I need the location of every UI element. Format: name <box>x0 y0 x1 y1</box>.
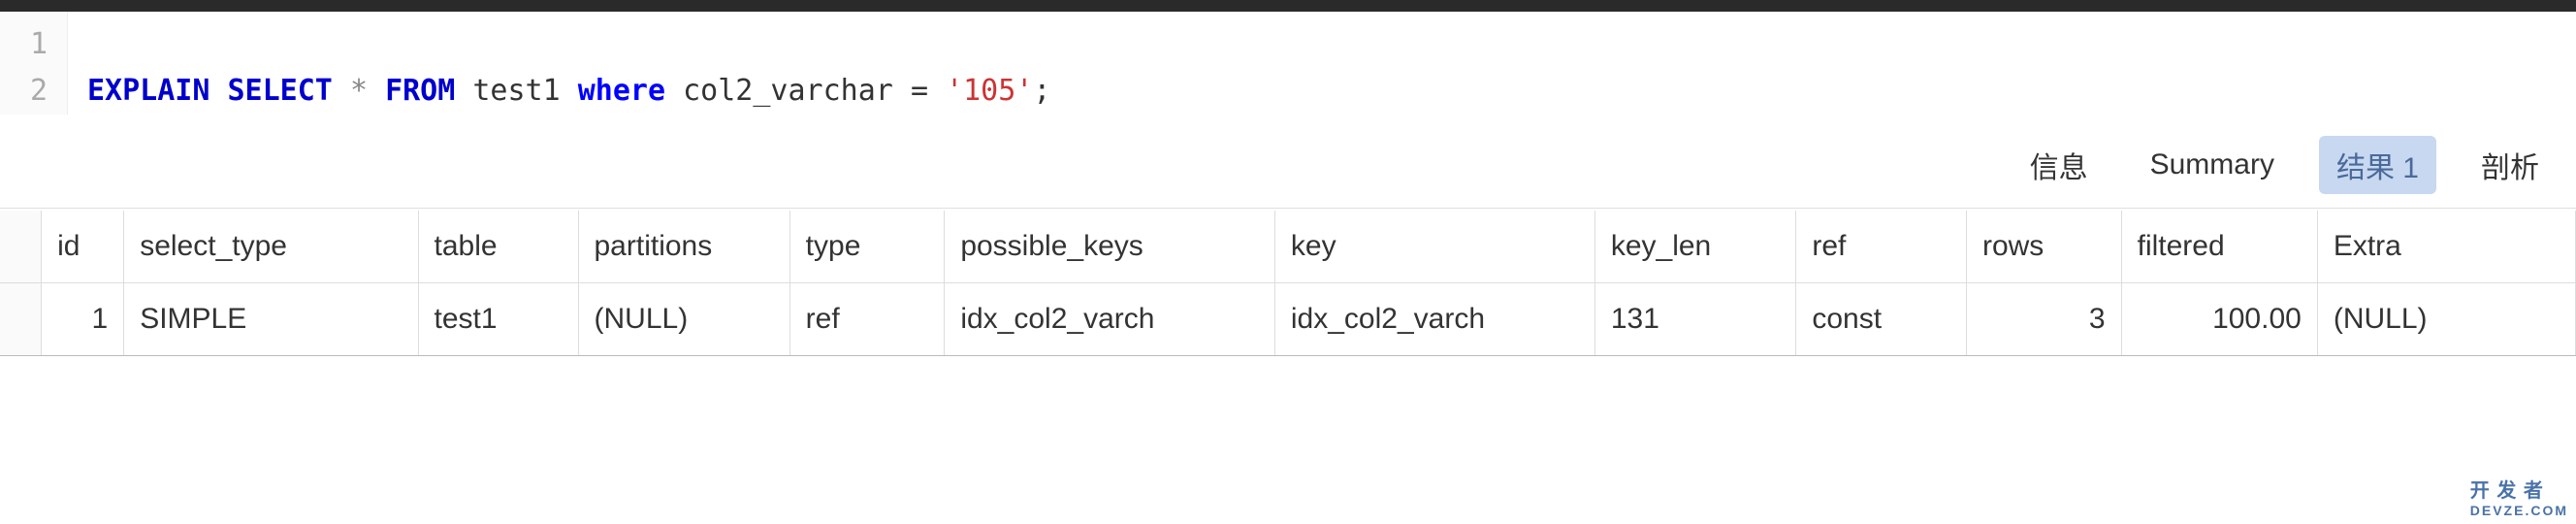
code-token: SELECT <box>228 74 333 108</box>
col-header-id[interactable]: id <box>42 211 124 283</box>
code-token <box>333 74 350 108</box>
col-header-type[interactable]: type <box>789 211 945 283</box>
cell-type[interactable]: ref <box>789 283 945 356</box>
table-row[interactable]: 1 SIMPLE test1 (NULL) ref idx_col2_varch… <box>0 283 2576 356</box>
code-token: test1 <box>472 74 560 108</box>
cell-rows[interactable]: 3 <box>1966 283 2121 356</box>
sql-editor[interactable]: 1 2 EXPLAIN SELECT * FROM test1 where co… <box>0 12 2576 115</box>
col-header-table[interactable]: table <box>418 211 578 283</box>
col-header-key[interactable]: key <box>1274 211 1594 283</box>
cell-filtered[interactable]: 100.00 <box>2121 283 2317 356</box>
code-token: '105' <box>946 74 1033 108</box>
code-token: * <box>350 74 368 108</box>
tab-3[interactable]: 剖析 <box>2463 136 2557 194</box>
code-token: FROM <box>385 74 455 108</box>
col-header-partitions[interactable]: partitions <box>578 211 789 283</box>
code-line-1[interactable] <box>87 21 1050 68</box>
col-header-ref[interactable]: ref <box>1796 211 1967 283</box>
code-token <box>455 74 472 108</box>
table-header-row: id select_type table partitions type pos… <box>0 211 2576 283</box>
line-number: 2 <box>0 68 48 115</box>
results-table: id select_type table partitions type pos… <box>0 211 2576 356</box>
tab-2[interactable]: 结果 1 <box>2319 136 2436 194</box>
cell-possible_keys[interactable]: idx_col2_varch <box>945 283 1275 356</box>
cell-ref[interactable]: const <box>1796 283 1967 356</box>
code-token: ; <box>1033 74 1050 108</box>
code-token: EXPLAIN <box>87 74 209 108</box>
watermark: 开 发 者 DEVZE.COM <box>2470 475 2568 518</box>
code-token: = <box>911 74 928 108</box>
tab-0[interactable]: 信息 <box>2012 136 2106 194</box>
code-content[interactable]: EXPLAIN SELECT * FROM test1 where col2_v… <box>68 12 1050 115</box>
line-number: 1 <box>0 21 48 68</box>
watermark-sub: DEVZE.COM <box>2470 503 2568 518</box>
col-header-select_type[interactable]: select_type <box>124 211 418 283</box>
col-header-filtered[interactable]: filtered <box>2121 211 2317 283</box>
code-line-2[interactable]: EXPLAIN SELECT * FROM test1 where col2_v… <box>87 68 1050 115</box>
result-tabs: 信息 Summary 结果 1 剖析 <box>0 118 2576 209</box>
row-handle-header <box>0 211 42 283</box>
cell-table[interactable]: test1 <box>418 283 578 356</box>
col-header-rows[interactable]: rows <box>1966 211 2121 283</box>
code-token <box>368 74 385 108</box>
col-header-key_len[interactable]: key_len <box>1594 211 1796 283</box>
window-top-bar <box>0 0 2576 12</box>
code-token <box>209 74 227 108</box>
cell-extra[interactable]: (NULL) <box>2317 283 2575 356</box>
code-token <box>561 74 578 108</box>
line-gutter: 1 2 <box>0 12 68 115</box>
cell-select_type[interactable]: SIMPLE <box>124 283 418 356</box>
cell-key[interactable]: idx_col2_varch <box>1274 283 1594 356</box>
cell-id[interactable]: 1 <box>42 283 124 356</box>
tab-1[interactable]: Summary <box>2133 141 2292 189</box>
watermark-main: 开 发 者 <box>2470 480 2544 502</box>
code-token <box>928 74 946 108</box>
code-token <box>665 74 683 108</box>
col-header-extra[interactable]: Extra <box>2317 211 2575 283</box>
code-token: where <box>578 74 665 108</box>
row-handle[interactable] <box>0 283 42 356</box>
cell-partitions[interactable]: (NULL) <box>578 283 789 356</box>
code-token: col2_varchar <box>683 74 911 108</box>
col-header-possible_keys[interactable]: possible_keys <box>945 211 1275 283</box>
cell-key_len[interactable]: 131 <box>1594 283 1796 356</box>
